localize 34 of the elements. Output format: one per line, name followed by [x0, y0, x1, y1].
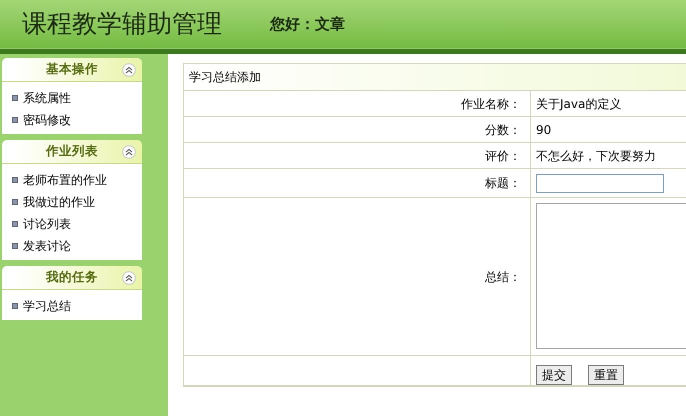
field-value: 关于Java的定义: [536, 96, 622, 112]
bullet-icon: [12, 177, 18, 183]
sidebar-link[interactable]: 我做过的作业: [23, 193, 95, 211]
collapse-icon[interactable]: [122, 63, 136, 77]
sidebar-link[interactable]: 老师布置的作业: [23, 171, 107, 189]
field-value: 不怎么好，下次要努力: [536, 148, 656, 164]
form-button[interactable]: 重置: [588, 365, 624, 385]
bullet-icon: [12, 117, 18, 123]
sidebar-link[interactable]: 讨论列表: [23, 215, 71, 233]
sidebar-link[interactable]: 学习总结: [23, 297, 71, 315]
panel-title: 我的任务: [46, 268, 98, 286]
collapse-icon[interactable]: [122, 145, 136, 159]
app-title: 课程教学辅助管理: [22, 8, 222, 40]
field-label: 分数：: [485, 122, 521, 138]
field-label: 评价：: [485, 148, 521, 164]
panel-title: 基本操作: [46, 60, 98, 78]
collapse-icon[interactable]: [122, 271, 136, 285]
form-title: 学习总结添加: [189, 69, 261, 86]
form-button[interactable]: 提交: [536, 365, 572, 385]
sidebar-link[interactable]: 发表讨论: [23, 237, 71, 255]
bullet-icon: [12, 199, 18, 205]
panel-title: 作业列表: [46, 142, 98, 160]
bullet-icon: [12, 95, 18, 101]
bullet-icon: [12, 221, 18, 227]
title-input[interactable]: [536, 174, 664, 192]
sidebar-link[interactable]: 系统属性: [23, 89, 71, 107]
field-value: 90: [536, 122, 552, 138]
greeting-text: 您好：文章: [270, 14, 345, 35]
sidebar-link[interactable]: 密码修改: [23, 111, 71, 129]
bullet-icon: [12, 303, 18, 309]
field-label: 标题：: [485, 175, 521, 192]
field-label: 总结：: [485, 268, 521, 286]
bullet-icon: [12, 243, 18, 249]
field-label: 作业名称：: [461, 96, 521, 112]
